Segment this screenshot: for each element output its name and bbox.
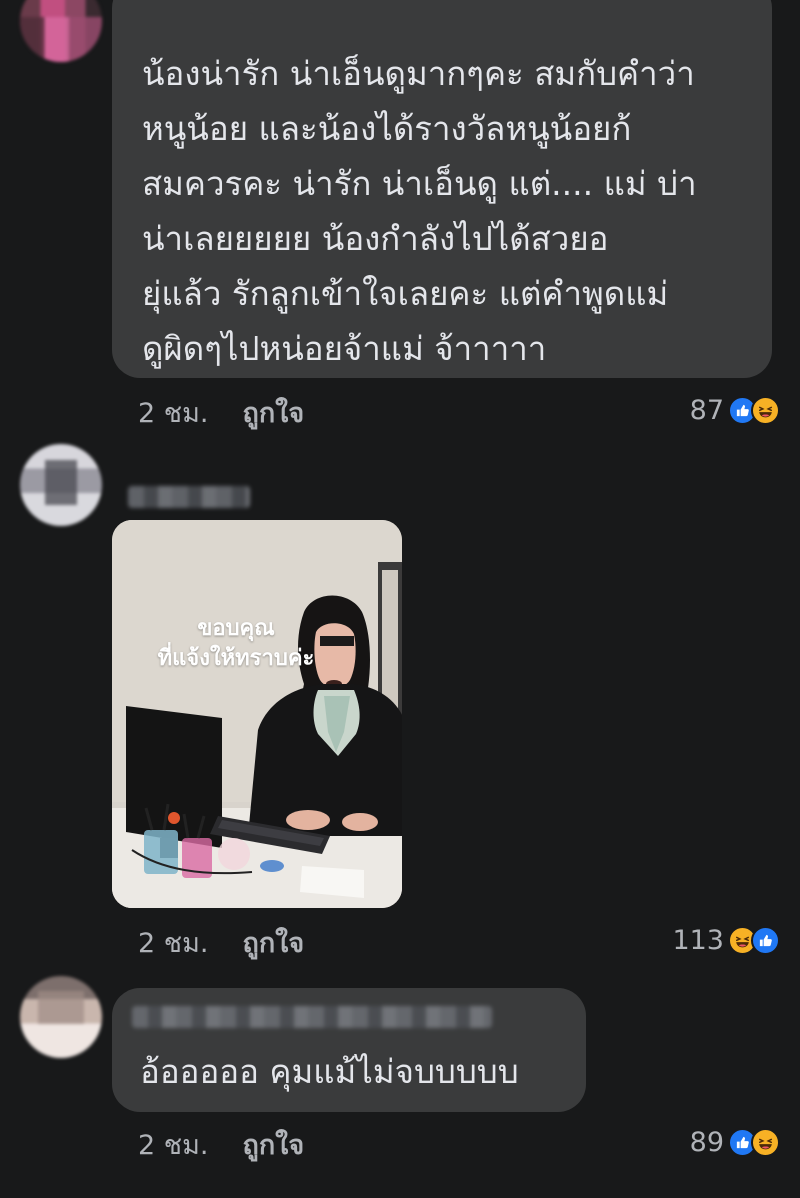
comment-timestamp[interactable]: 2 ชม. <box>138 921 208 964</box>
comment-timestamp[interactable]: 2 ชม. <box>138 391 208 434</box>
commenter-name-blurred[interactable] <box>128 486 250 508</box>
reaction-summary[interactable]: 113 <box>672 922 780 958</box>
reaction-summary[interactable]: 89 <box>690 1124 780 1160</box>
comment-bubble: น้องน่ารัก น่าเอ็นดูมากๆคะ สมกับคำว่า หน… <box>112 0 772 378</box>
reaction-count: 87 <box>689 394 724 426</box>
commenter-avatar[interactable] <box>20 0 102 62</box>
like-link[interactable]: ถูกใจ <box>242 921 304 964</box>
comment-timestamp[interactable]: 2 ชม. <box>138 1123 208 1166</box>
comment-bubble: อ้อออออ คุมแม้ไม่จบบบบบ <box>112 988 586 1112</box>
commenter-name-blurred[interactable] <box>132 1006 492 1028</box>
comment-actions: 2 ชม. ถูกใจ <box>138 924 304 960</box>
like-reaction-icon <box>751 925 780 955</box>
reaction-count: 113 <box>672 924 724 956</box>
comment-text: อ้อออออ คุมแม้ไม่จบบบบบ <box>140 1052 519 1091</box>
commenter-avatar[interactable] <box>20 976 102 1058</box>
reaction-summary[interactable]: 87 <box>690 392 780 428</box>
haha-reaction-icon <box>751 395 780 425</box>
comment-text: น้องน่ารัก น่าเอ็นดูมากๆคะ สมกับคำว่า หน… <box>142 54 697 368</box>
like-link[interactable]: ถูกใจ <box>242 391 304 434</box>
reaction-count: 89 <box>689 1126 724 1158</box>
comment-actions: 2 ชม. ถูกใจ <box>138 394 304 430</box>
meme-caption: ขอบคุณ ที่แจ้งให้ทราบค่ะ <box>157 616 315 671</box>
like-link[interactable]: ถูกใจ <box>242 1123 304 1166</box>
haha-reaction-icon <box>751 1127 780 1157</box>
meme-image[interactable]: ขอบคุณ ที่แจ้งให้ทราบค่ะ <box>112 520 402 908</box>
commenter-avatar[interactable] <box>20 444 102 526</box>
comment-actions: 2 ชม. ถูกใจ <box>138 1126 304 1162</box>
